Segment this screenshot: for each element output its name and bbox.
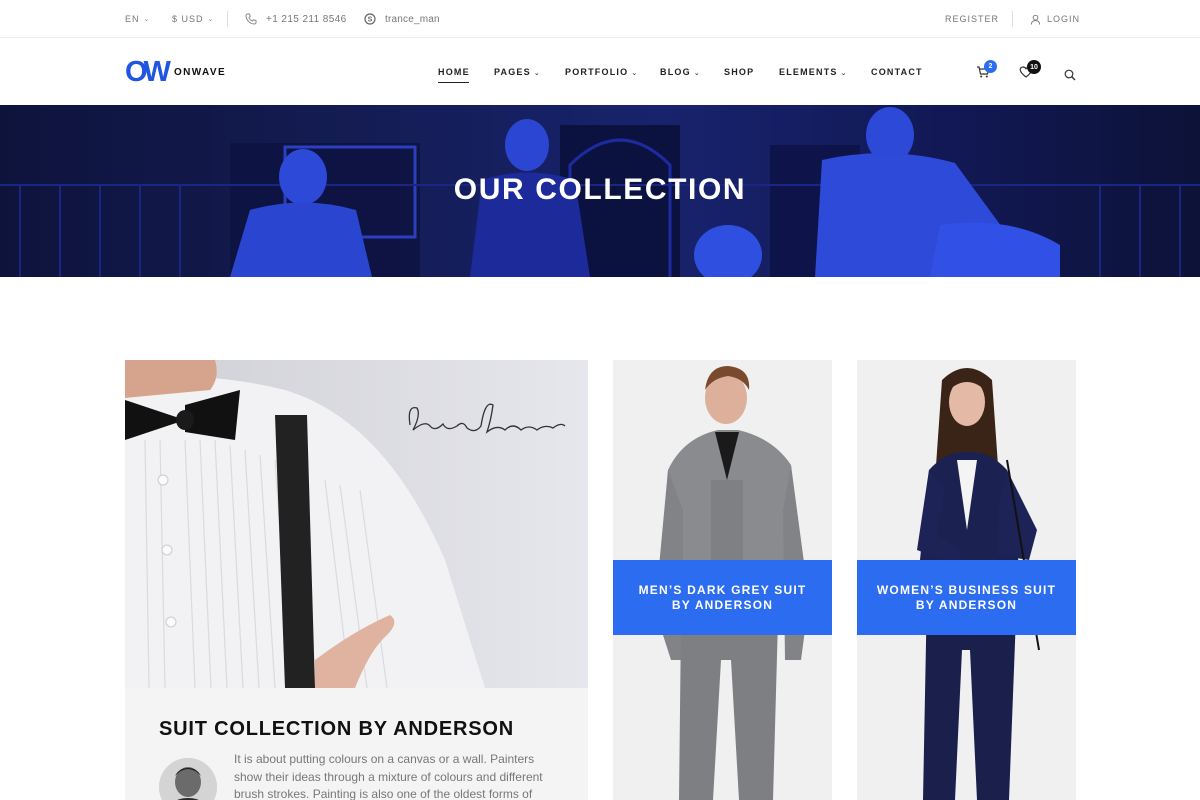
search-button[interactable] — [1064, 68, 1080, 84]
chevron-down-icon: ⌄ — [207, 16, 215, 23]
chevron-down-icon: ⌄ — [143, 16, 151, 23]
logo-text: ONWAVE — [173, 67, 227, 78]
cart-button[interactable]: 2 — [976, 60, 997, 81]
divider — [1012, 11, 1013, 27]
nav-pages-label: PAGES — [494, 67, 531, 77]
login-label: LOGIN — [1047, 14, 1081, 24]
chevron-down-icon: ⌄ — [840, 70, 848, 77]
wishlist-count-badge: 10 — [1027, 60, 1041, 74]
nav-home[interactable]: HOME — [438, 67, 470, 83]
login-link[interactable]: LOGIN — [1029, 0, 1080, 38]
nav-home-label: HOME — [438, 67, 470, 77]
logo-mark: OW — [125, 56, 171, 88]
nav-shop[interactable]: SHOP — [724, 67, 754, 77]
feature-description: It is about putting colours on a canvas … — [234, 752, 543, 800]
nav-portfolio-label: PORTFOLIO — [565, 67, 629, 77]
currency-label: $ USD — [172, 14, 204, 24]
nav-portfolio[interactable]: PORTFOLIO ⌄ — [565, 67, 638, 77]
feature-title[interactable]: SUIT COLLECTION BY ANDERSON — [159, 718, 514, 741]
nav-contact-label: CONTACT — [871, 67, 923, 77]
register-link[interactable]: REGISTER — [945, 0, 999, 38]
product-label[interactable]: WOMEN’S BUSINESS SUIT BY ANDERSON — [857, 560, 1076, 635]
nav-blog[interactable]: BLOG ⌄ — [660, 67, 701, 77]
chevron-down-icon: ⌄ — [693, 70, 701, 77]
avatar — [159, 758, 217, 800]
language-label: EN — [125, 14, 140, 24]
product-card-womens-suit[interactable]: WOMEN’S BUSINESS SUIT BY ANDERSON — [857, 360, 1076, 800]
user-icon — [1029, 13, 1041, 25]
skype-icon: S — [364, 13, 376, 25]
main-header: OW ONWAVE HOME PAGES ⌄ PORTFOLIO ⌄ BLOG ⌄ S… — [0, 38, 1200, 105]
suit-collection-photo — [125, 360, 588, 688]
product-card-mens-suit[interactable]: MEN’S DARK GREY SUIT BY ANDERSON — [613, 360, 832, 800]
nav-pages[interactable]: PAGES ⌄ — [494, 67, 541, 77]
cart-count-badge: 2 — [984, 60, 997, 73]
skype-contact[interactable]: S trance_man — [364, 0, 440, 38]
product-name: MEN’S DARK GREY SUIT — [638, 582, 807, 597]
divider — [227, 11, 228, 27]
chevron-down-icon: ⌄ — [533, 70, 541, 77]
site-logo[interactable]: OW ONWAVE — [125, 58, 226, 87]
product-brand: BY ANDERSON — [671, 597, 774, 612]
hero-banner: OUR COLLECTION — [0, 105, 1200, 277]
hero-title: OUR COLLECTION — [453, 173, 747, 206]
wishlist-button[interactable]: 10 — [1019, 60, 1041, 81]
phone-icon — [245, 13, 257, 25]
svg-text:S: S — [368, 17, 373, 24]
nav-blog-label: BLOG — [660, 67, 691, 77]
feature-image[interactable] — [125, 360, 588, 688]
skype-name: trance_man — [385, 13, 440, 25]
phone-number: +1 215 211 8546 — [266, 13, 347, 25]
search-icon — [1064, 69, 1076, 81]
nav-elements[interactable]: ELEMENTS ⌄ — [779, 67, 848, 77]
nav-elements-label: ELEMENTS — [779, 67, 838, 77]
register-label: REGISTER — [945, 14, 1000, 24]
product-brand: BY ANDERSON — [915, 597, 1018, 612]
nav-shop-label: SHOP — [724, 67, 755, 77]
feature-card-body: SUIT COLLECTION BY ANDERSON It is about … — [125, 688, 588, 800]
currency-selector[interactable]: $ USD ⌄ — [172, 0, 214, 38]
chevron-down-icon: ⌄ — [631, 70, 639, 77]
nav-contact[interactable]: CONTACT — [871, 67, 923, 77]
product-name: WOMEN’S BUSINESS SUIT — [876, 582, 1057, 597]
product-label[interactable]: MEN’S DARK GREY SUIT BY ANDERSON — [613, 560, 832, 635]
top-bar: EN ⌄ $ USD ⌄ +1 215 211 8546 S trance_ma… — [0, 0, 1200, 38]
language-selector[interactable]: EN ⌄ — [125, 0, 150, 38]
phone-contact[interactable]: +1 215 211 8546 — [245, 0, 347, 38]
